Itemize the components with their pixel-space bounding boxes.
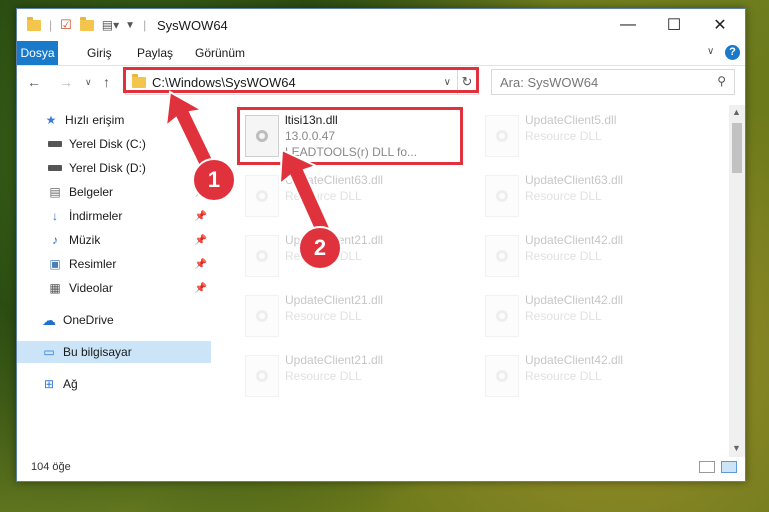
step-2-badge: 2 (298, 226, 342, 270)
arrow-2 (278, 148, 332, 236)
annotation-arrows (164, 90, 332, 236)
step-1-badge: 1 (192, 158, 236, 202)
